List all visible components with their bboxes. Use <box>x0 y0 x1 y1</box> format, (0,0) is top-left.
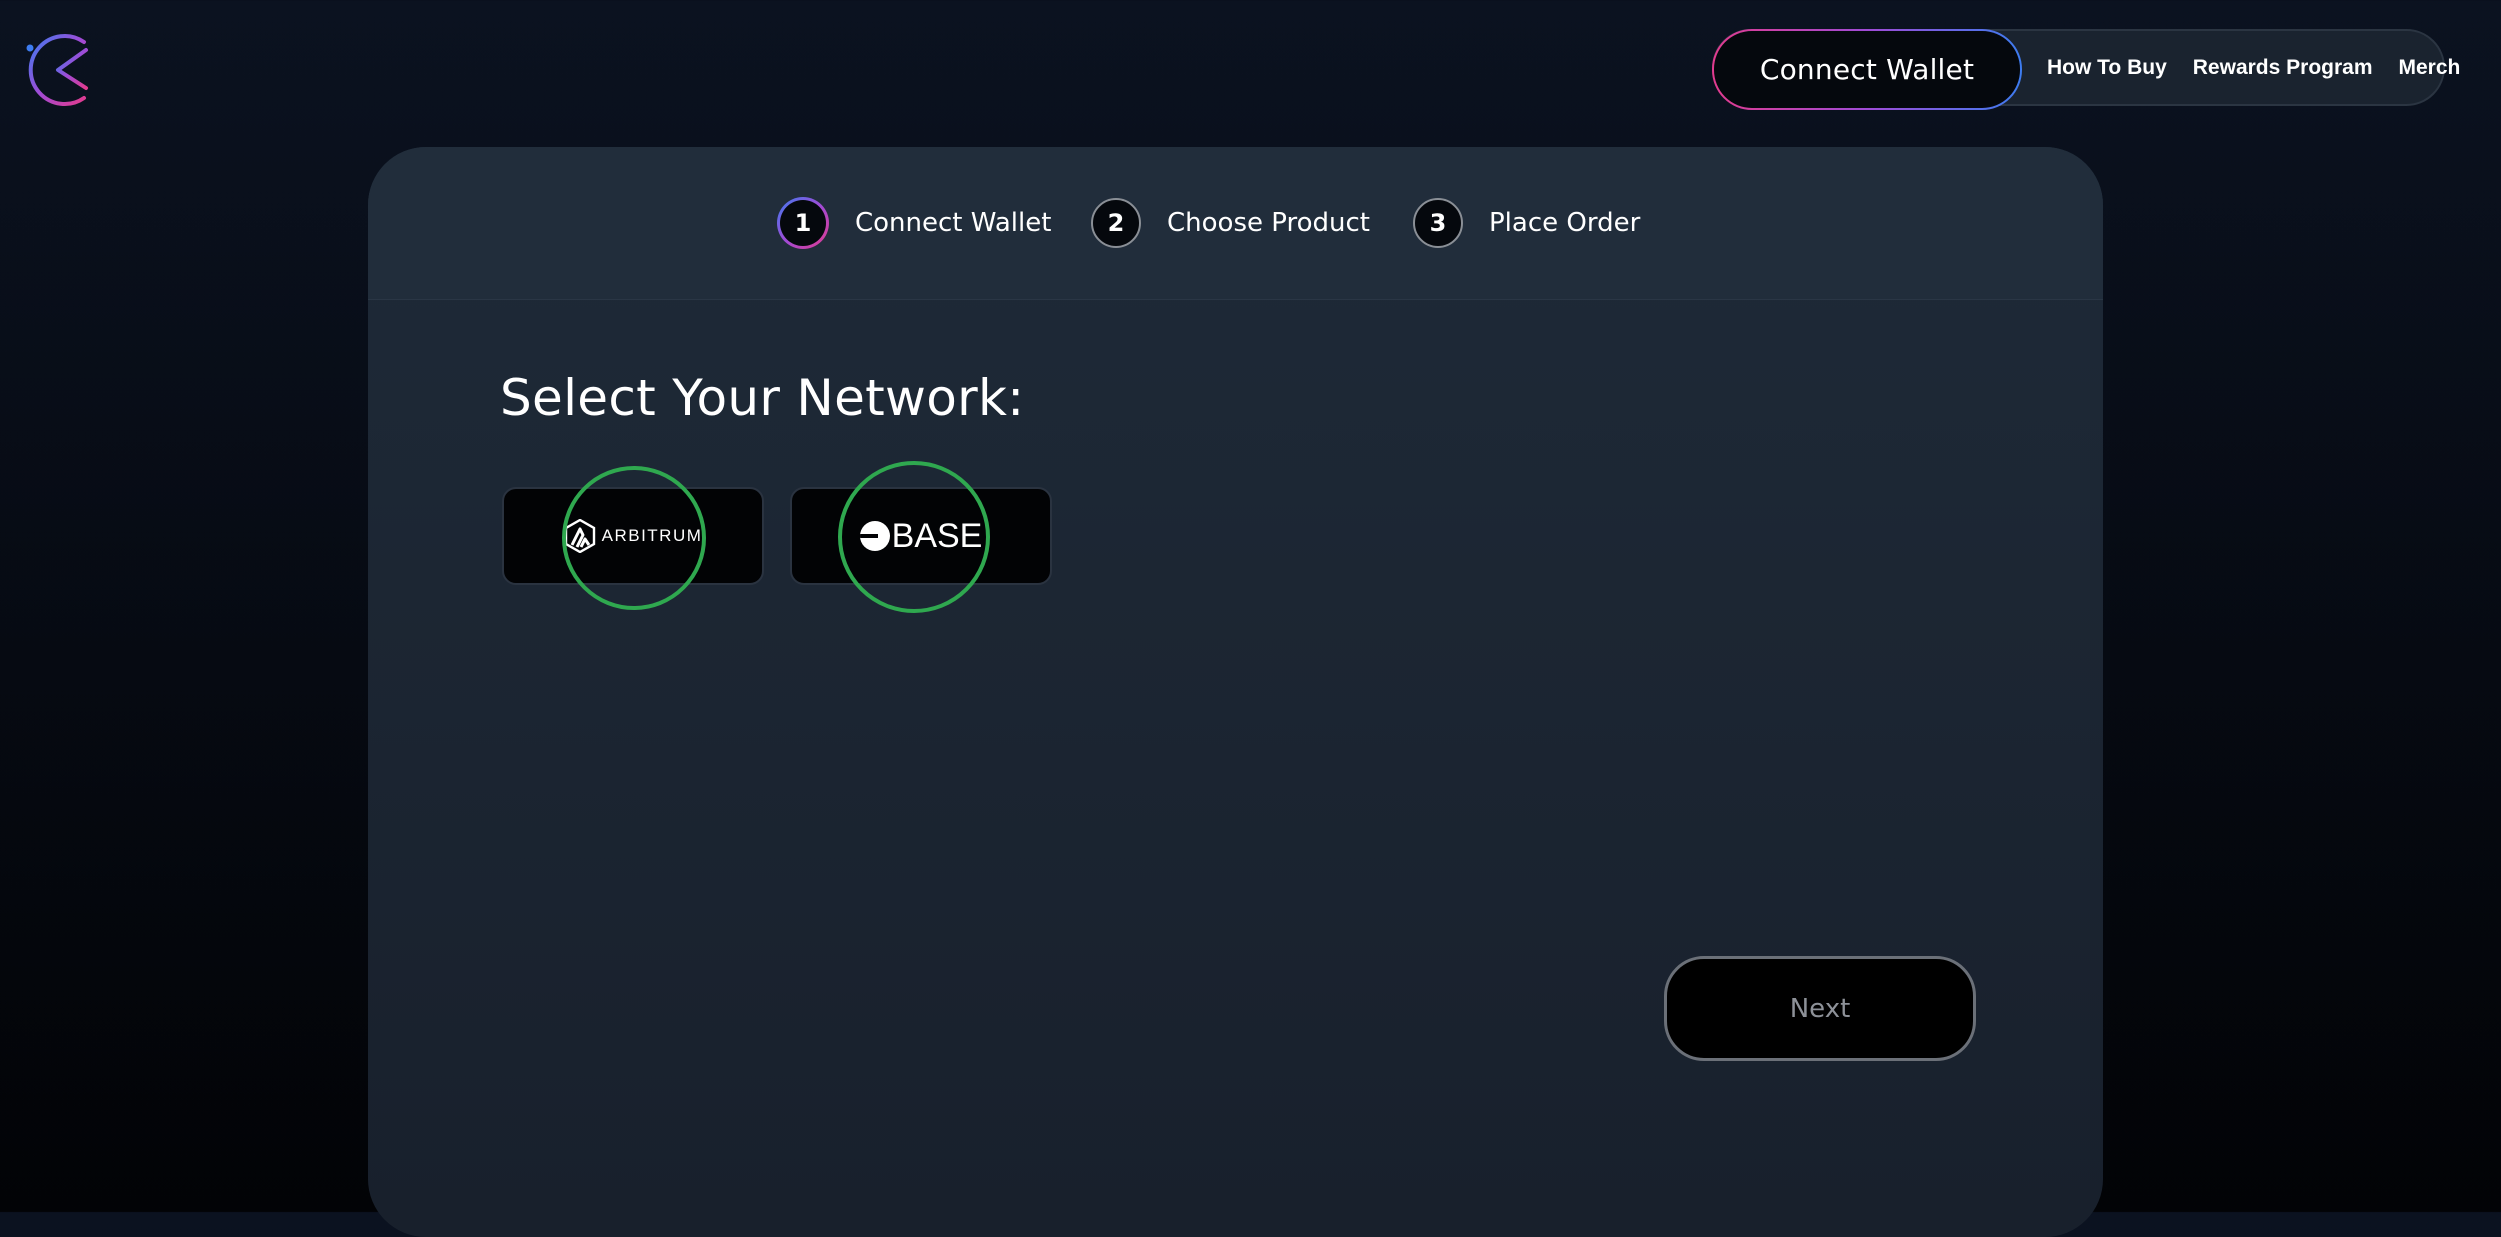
connect-wallet-label: Connect Wallet <box>1714 31 2020 108</box>
step-connect-wallet: 1 Connect Wallet <box>777 197 1051 249</box>
nav-link-how-to-buy[interactable]: How To Buy <box>2047 56 2167 80</box>
step-place-order: 3 Place Order <box>1413 197 1640 249</box>
base-icon <box>859 521 890 551</box>
stepper-header: 1 Connect Wallet 2 Choose Product 3 Plac… <box>368 147 2103 300</box>
arbitrum-icon <box>564 519 595 553</box>
next-button[interactable]: Next <box>1664 956 1976 1061</box>
page-title: Select Your Network: <box>500 369 1025 427</box>
network-label-base: BASE <box>891 516 983 555</box>
network-label-arbitrum: ARBITRUM <box>601 526 703 545</box>
nav-links: How To Buy Rewards Program Merch <box>2047 31 2460 104</box>
c-logo-icon <box>26 34 88 106</box>
step-label: Place Order <box>1489 208 1641 238</box>
logo[interactable] <box>20 26 100 114</box>
step-number-1: 1 <box>777 197 829 249</box>
top-nav: Connect Wallet How To Buy Rewards Progra… <box>1712 29 2460 110</box>
step-label: Connect Wallet <box>855 208 1052 238</box>
connect-wallet-button[interactable]: Connect Wallet <box>1712 29 2022 110</box>
step-number-3: 3 <box>1413 198 1463 248</box>
nav-link-merch[interactable]: Merch <box>2399 56 2461 80</box>
nav-link-rewards-program[interactable]: Rewards Program <box>2193 56 2373 80</box>
step-number-2: 2 <box>1091 198 1141 248</box>
step-choose-product: 2 Choose Product <box>1091 197 1370 249</box>
network-button-arbitrum[interactable]: ARBITRUM <box>502 487 764 585</box>
network-button-base[interactable]: BASE <box>790 487 1052 585</box>
main-card: 1 Connect Wallet 2 Choose Product 3 Plac… <box>368 147 2103 1237</box>
step-label: Choose Product <box>1167 208 1370 238</box>
